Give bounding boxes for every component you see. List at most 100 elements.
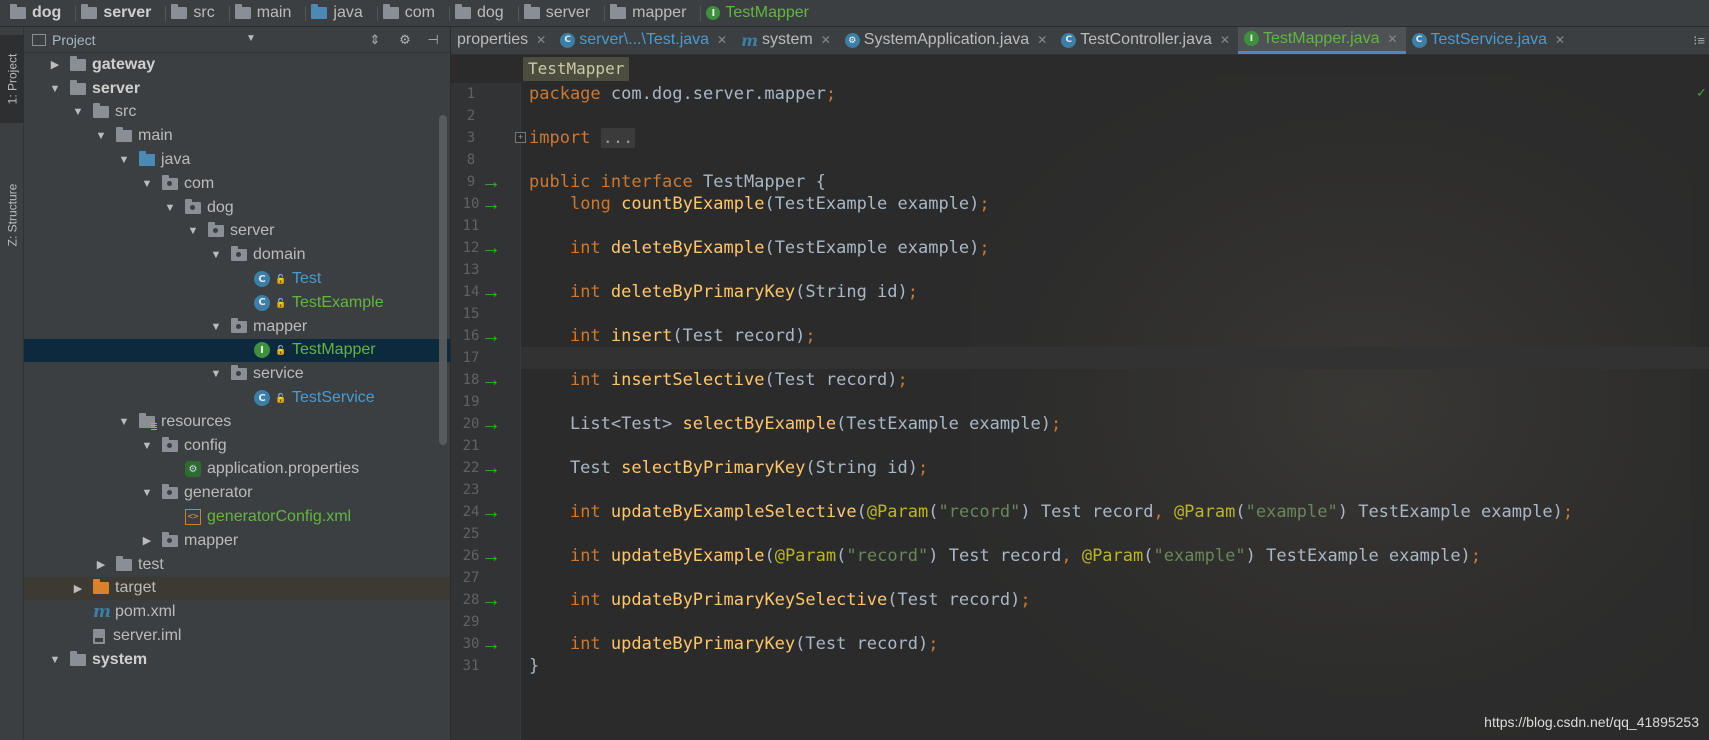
editor-tab[interactable]: properties ✕ <box>451 27 554 54</box>
access-modifier-icon: 🔓 <box>275 297 287 308</box>
code-token: (String id) <box>805 458 918 478</box>
tree-item[interactable]: ▶ gateway <box>24 53 450 77</box>
implemented-arrow-icon[interactable]: → <box>481 589 505 611</box>
access-modifier-icon: 🔓 <box>275 274 287 285</box>
editor-tab[interactable]: ⚙ SystemApplication.java ✕ <box>839 27 1055 54</box>
tree-item[interactable]: <> generatorConfig.xml <box>24 505 450 529</box>
expand-arrow-icon[interactable]: ▼ <box>163 201 177 215</box>
close-icon[interactable]: ✕ <box>821 33 831 47</box>
collapse-arrow-icon[interactable]: ▶ <box>140 534 154 548</box>
implemented-arrow-icon[interactable]: → <box>481 501 505 523</box>
tree-item[interactable]: C 🔓 TestService <box>24 386 450 410</box>
tab-overflow-icon[interactable]: ⁝≡ <box>1693 33 1705 49</box>
fold-expand-icon[interactable]: + <box>515 132 526 143</box>
implemented-arrow-icon[interactable]: → <box>481 369 505 391</box>
expand-arrow-icon[interactable]: ▼ <box>48 82 62 96</box>
tree-item[interactable]: ▼ dog <box>24 196 450 220</box>
tree-item[interactable]: server.iml <box>24 624 450 648</box>
tree-item[interactable]: ▼ mapper <box>24 315 450 339</box>
editor-tab[interactable]: m system ✕ <box>735 27 839 54</box>
collapse-arrow-icon[interactable]: ▶ <box>48 58 62 72</box>
tree-item[interactable]: ▼ config <box>24 434 450 458</box>
breadcrumb-item[interactable]: src <box>167 0 220 26</box>
implemented-arrow-icon[interactable]: → <box>481 325 505 347</box>
expand-arrow-icon[interactable]: ▼ <box>117 415 131 429</box>
expand-arrow-icon[interactable]: ▼ <box>140 439 154 453</box>
expand-arrow-icon[interactable]: ▼ <box>71 105 85 119</box>
breadcrumb-item[interactable]: java <box>307 0 368 26</box>
tree-item[interactable]: ▼ generator <box>24 481 450 505</box>
breadcrumb-label: dog <box>476 4 504 21</box>
editor-breadcrumb-class[interactable]: TestMapper <box>523 57 630 81</box>
project-tree-scrollbar[interactable] <box>439 115 447 445</box>
tree-item[interactable]: ▼ domain <box>24 243 450 267</box>
hide-panel-icon[interactable]: ⊣ <box>424 31 442 49</box>
editor-tab[interactable]: Cserver\...\Test.java ✕ <box>554 27 735 54</box>
breadcrumb-item[interactable]: mapper <box>606 0 692 26</box>
breadcrumb-item[interactable]: server <box>520 0 596 26</box>
breadcrumb-item[interactable]: server <box>77 0 157 26</box>
close-icon[interactable]: ✕ <box>1037 33 1047 47</box>
tree-item[interactable]: ▼ java <box>24 148 450 172</box>
close-icon[interactable]: ✕ <box>1387 32 1397 46</box>
project-view-selector[interactable]: Project <box>52 32 96 48</box>
close-icon[interactable]: ✕ <box>536 33 546 47</box>
editor-tab[interactable]: C TestController.java ✕ <box>1055 27 1238 54</box>
gear-icon[interactable]: ⚙ <box>396 31 414 49</box>
expand-arrow-icon[interactable]: ▼ <box>186 224 200 238</box>
implemented-arrow-icon[interactable]: → <box>481 237 505 259</box>
tree-item[interactable]: I 🔓 TestMapper <box>24 338 450 363</box>
tree-item[interactable]: ▼ service <box>24 362 450 386</box>
close-icon[interactable]: ✕ <box>717 33 727 47</box>
collapse-arrow-icon[interactable]: ▶ <box>94 558 108 572</box>
tree-item[interactable]: ▶ test <box>24 553 450 577</box>
tree-item[interactable]: ▼ resources <box>24 410 450 434</box>
chevron-down-icon[interactable]: ▼ <box>246 33 256 44</box>
breadcrumb-item[interactable]: com <box>379 0 441 26</box>
expand-arrow-icon[interactable]: ▼ <box>209 248 223 262</box>
close-icon[interactable]: ✕ <box>1555 33 1565 47</box>
folder-icon <box>70 79 86 95</box>
implemented-arrow-icon[interactable]: → <box>481 281 505 303</box>
editor-tab[interactable]: C TestService.java ✕ <box>1406 27 1574 54</box>
breadcrumb-item[interactable]: dog <box>6 0 67 26</box>
expand-arrow-icon[interactable]: ▼ <box>117 153 131 167</box>
tree-item[interactable]: ⚙ application.properties <box>24 458 450 482</box>
expand-arrow-icon[interactable]: ▼ <box>94 129 108 143</box>
implemented-arrow-icon[interactable]: → <box>481 633 505 655</box>
inspection-ok-icon[interactable]: ✓ <box>1696 85 1707 101</box>
folded-imports[interactable]: ... <box>600 128 636 148</box>
tree-item[interactable]: ▶ mapper <box>24 529 450 553</box>
collapse-arrow-icon[interactable]: ▶ <box>71 581 85 595</box>
expand-arrow-icon[interactable]: ▼ <box>209 320 223 334</box>
tree-item[interactable]: ▼ com <box>24 172 450 196</box>
tree-item[interactable]: C 🔓 TestExample <box>24 291 450 315</box>
expand-arrow-icon[interactable]: ▼ <box>209 367 223 381</box>
structure-tool-tab[interactable]: Z: Structure <box>0 167 24 263</box>
tree-item[interactable]: ▼ src <box>24 101 450 125</box>
project-tool-tab[interactable]: 1: Project <box>0 35 24 123</box>
tree-item[interactable]: ▶ target <box>24 576 450 601</box>
implemented-arrow-icon[interactable]: → <box>481 193 505 215</box>
expand-arrow-icon[interactable]: ▼ <box>140 486 154 500</box>
tree-item[interactable]: ▼ system <box>24 648 450 672</box>
implemented-arrow-icon[interactable]: → <box>481 457 505 479</box>
code-editor[interactable]: TestMapper 1 2 3 +8 9 → 10 → 11 12 → 13 14 → 15 16 → 17 18… <box>451 55 1709 740</box>
implemented-arrow-icon[interactable]: → <box>481 545 505 567</box>
close-icon[interactable]: ✕ <box>1220 33 1230 47</box>
implemented-arrow-icon[interactable]: → <box>481 413 505 435</box>
tree-item[interactable]: ▼ server <box>24 77 450 101</box>
breadcrumb-item[interactable]: I TestMapper <box>702 0 815 26</box>
tree-item[interactable]: m pom.xml <box>24 600 450 624</box>
editor-tab[interactable]: I TestMapper.java ✕ <box>1237 27 1406 54</box>
expand-arrow-icon[interactable]: ▼ <box>48 653 62 667</box>
tree-item[interactable]: ▼ main <box>24 124 450 148</box>
tree-item[interactable]: C 🔓 Test <box>24 267 450 291</box>
implemented-arrow-icon[interactable]: → <box>481 171 505 193</box>
breadcrumb-item[interactable]: dog <box>451 0 510 26</box>
breadcrumb-item[interactable]: main <box>231 0 298 26</box>
collapse-all-icon[interactable]: ⇕ <box>366 31 384 49</box>
expand-arrow-icon[interactable]: ▼ <box>140 177 154 191</box>
tree-item[interactable]: ▼ server <box>24 220 450 244</box>
